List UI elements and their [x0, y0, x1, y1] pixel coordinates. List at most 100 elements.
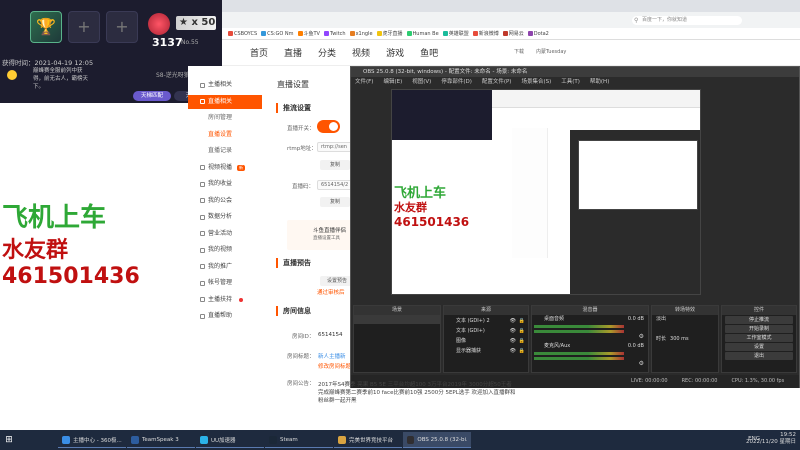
ladder-match-button[interactable]: 天梯匹配: [133, 91, 171, 101]
set-notice-button[interactable]: 设置预告: [320, 276, 354, 286]
sidebar-item[interactable]: 直播帮助: [188, 309, 262, 323]
sidebar-item[interactable]: 视频视播新: [188, 161, 262, 175]
obs-control-button[interactable]: 退出: [725, 352, 793, 360]
scenes-dock[interactable]: 场景: [353, 305, 441, 373]
rtmp-field[interactable]: rtmp://sen: [317, 142, 352, 152]
bookmark-item[interactable]: Twitch: [323, 31, 346, 37]
obs-menu-item[interactable]: 配置文件(P): [482, 77, 512, 87]
obs-menu-item[interactable]: 编辑(E): [383, 77, 402, 87]
lock-icon[interactable]: 🔒: [519, 347, 525, 355]
bookmark-item[interactable]: 虎牙直播: [376, 30, 403, 37]
nav-right-item[interactable]: 内蒙Tuesday: [536, 48, 566, 55]
copy-code-button[interactable]: 复制: [320, 197, 350, 207]
mixer-dock[interactable]: 混音器 桌面音频 0.0 dB ⚙ 麦克风/Aux 0.0 dB ⚙: [531, 305, 649, 373]
bookmark-label: Dota2: [533, 30, 549, 37]
taskbar-app[interactable]: 主播中心 - 360极...: [58, 432, 126, 448]
sidebar-item[interactable]: 营业活动: [188, 227, 262, 241]
bookmark-item[interactable]: 斗鱼TV: [297, 30, 320, 37]
eye-icon[interactable]: 👁: [510, 327, 516, 335]
nav-item-3[interactable]: 视频: [352, 46, 370, 59]
sidebar-item[interactable]: 我的推广: [188, 260, 262, 274]
sidebar-item[interactable]: 直播记录: [188, 144, 262, 158]
obs-menu-item[interactable]: 场景集合(S): [521, 77, 551, 87]
sidebar-item[interactable]: 我的公会: [188, 194, 262, 208]
duration-value[interactable]: 300 ms: [670, 335, 689, 343]
copy-rtmp-button[interactable]: 复制: [320, 160, 350, 170]
room-name-value[interactable]: 新人主播新: [318, 352, 346, 360]
sidebar-item[interactable]: 主播扶持: [188, 293, 262, 307]
sidebar-item[interactable]: 主播相关: [188, 78, 262, 92]
mixer-channel[interactable]: 麦克风/Aux 0.0 dB ⚙: [532, 342, 648, 369]
scene-item[interactable]: [354, 315, 440, 324]
bookmark-item[interactable]: 新浪微博: [472, 30, 499, 37]
sources-dock[interactable]: 来源 文本 (GDI+) 2 👁 🔒 文本 (GDI+) 👁 🔒 图像 👁 🔒 显示器捕获 👁 🔒: [443, 305, 529, 373]
lock-icon[interactable]: 🔒: [519, 317, 525, 325]
source-label: 显示器捕获: [456, 348, 482, 354]
source-item[interactable]: 显示器捕获 👁 🔒: [444, 347, 528, 355]
notice-link[interactable]: 通过审核后: [317, 288, 345, 296]
bookmark-item[interactable]: 英雄联盟: [442, 30, 469, 37]
mixer-channel[interactable]: 桌面音频 0.0 dB ⚙: [532, 315, 648, 342]
obs-menu-item[interactable]: 帮助(H): [590, 77, 609, 87]
transitions-dock[interactable]: 转场特效 淡出 时长 300 ms: [651, 305, 719, 373]
bookmark-icon: [228, 31, 233, 36]
nav-item-4[interactable]: 游戏: [386, 46, 404, 59]
obs-control-button[interactable]: 工作室模式: [725, 334, 793, 342]
nav-item-2[interactable]: 分类: [318, 46, 336, 59]
push-toggle[interactable]: [317, 120, 340, 133]
transition-select[interactable]: 淡出: [652, 315, 718, 323]
taskbar-app[interactable]: TeamSpeak 3: [127, 432, 195, 448]
bookmark-item[interactable]: 网易云: [502, 30, 524, 37]
bookmark-item[interactable]: CS:GO Nm: [261, 31, 294, 37]
clock[interactable]: 19:52 2022/11/20 星期日: [746, 432, 796, 446]
nav-item-0[interactable]: 首页: [250, 46, 268, 59]
nav-item-1[interactable]: 直播: [284, 46, 302, 59]
badge-slot[interactable]: 🏆: [30, 11, 62, 43]
sidebar-item[interactable]: 房间管理: [188, 111, 262, 125]
bookmark-item[interactable]: x1ngle: [349, 31, 373, 37]
controls-dock[interactable]: 控件 停止推流 开始录制 工作室模式 设置 退出: [721, 305, 797, 373]
obs-preview[interactable]: 飞机上车 水友群 461501436: [391, 89, 701, 295]
nav-right-item[interactable]: 下载: [514, 48, 524, 55]
tip-card[interactable]: 斗鱼直播伴侣 直播设置工具: [287, 220, 353, 250]
edit-room-name-link[interactable]: 修改房间标题: [318, 362, 351, 370]
address-bar[interactable]: 百度一下，你就知道: [632, 15, 742, 25]
gear-icon[interactable]: ⚙: [639, 360, 644, 367]
gear-icon[interactable]: ⚙: [639, 333, 644, 340]
eye-icon[interactable]: 👁: [510, 317, 516, 325]
sidebar-item[interactable]: 数据分析: [188, 210, 262, 224]
obs-menu-item[interactable]: 停靠部件(D): [441, 77, 472, 87]
code-field[interactable]: 6514154/2: [317, 180, 352, 190]
taskbar-app[interactable]: Steam: [265, 432, 333, 448]
browser-tab-bar[interactable]: [222, 0, 800, 12]
bookmark-item[interactable]: Human Be: [406, 31, 439, 37]
obs-menu-item[interactable]: 文件(F): [355, 77, 373, 87]
taskbar-app[interactable]: 完美世界竞技平台: [334, 432, 402, 448]
source-item[interactable]: 文本 (GDI+) 👁 🔒: [444, 327, 528, 335]
eye-icon[interactable]: 👁: [510, 337, 516, 345]
taskbar-app[interactable]: UU加速器: [196, 432, 264, 448]
obs-control-button[interactable]: 停止推流: [725, 316, 793, 324]
lock-icon[interactable]: 🔒: [519, 327, 525, 335]
sidebar-item[interactable]: 直播设置: [188, 128, 262, 142]
lock-icon[interactable]: 🔒: [519, 337, 525, 345]
sidebar-item[interactable]: 直播相关: [188, 94, 262, 109]
sidebar-item[interactable]: 我的收益: [188, 177, 262, 191]
windows-start-icon[interactable]: ⊞: [0, 430, 18, 450]
nav-item-5[interactable]: 鱼吧: [420, 46, 438, 59]
sidebar-item[interactable]: 我的视频: [188, 243, 262, 257]
duration-row[interactable]: 时长 300 ms: [652, 335, 718, 343]
empty-slot-2[interactable]: +: [106, 11, 138, 43]
eye-icon[interactable]: 👁: [510, 347, 516, 355]
taskbar-app[interactable]: OBS 25.0.8 (32-bi...: [403, 432, 471, 448]
obs-menu-item[interactable]: 工具(T): [561, 77, 580, 87]
sidebar-item[interactable]: 帐号管理: [188, 276, 262, 290]
obs-control-button[interactable]: 设置: [725, 343, 793, 351]
obs-control-button[interactable]: 开始录制: [725, 325, 793, 333]
bookmark-item[interactable]: Dota2: [527, 30, 549, 37]
obs-menu-item[interactable]: 视图(V): [412, 77, 431, 87]
empty-slot-1[interactable]: +: [68, 11, 100, 43]
source-item[interactable]: 图像 👁 🔒: [444, 337, 528, 345]
source-item[interactable]: 文本 (GDI+) 2 👁 🔒: [444, 317, 528, 325]
bookmark-item[interactable]: CSBOYCS: [228, 31, 257, 37]
